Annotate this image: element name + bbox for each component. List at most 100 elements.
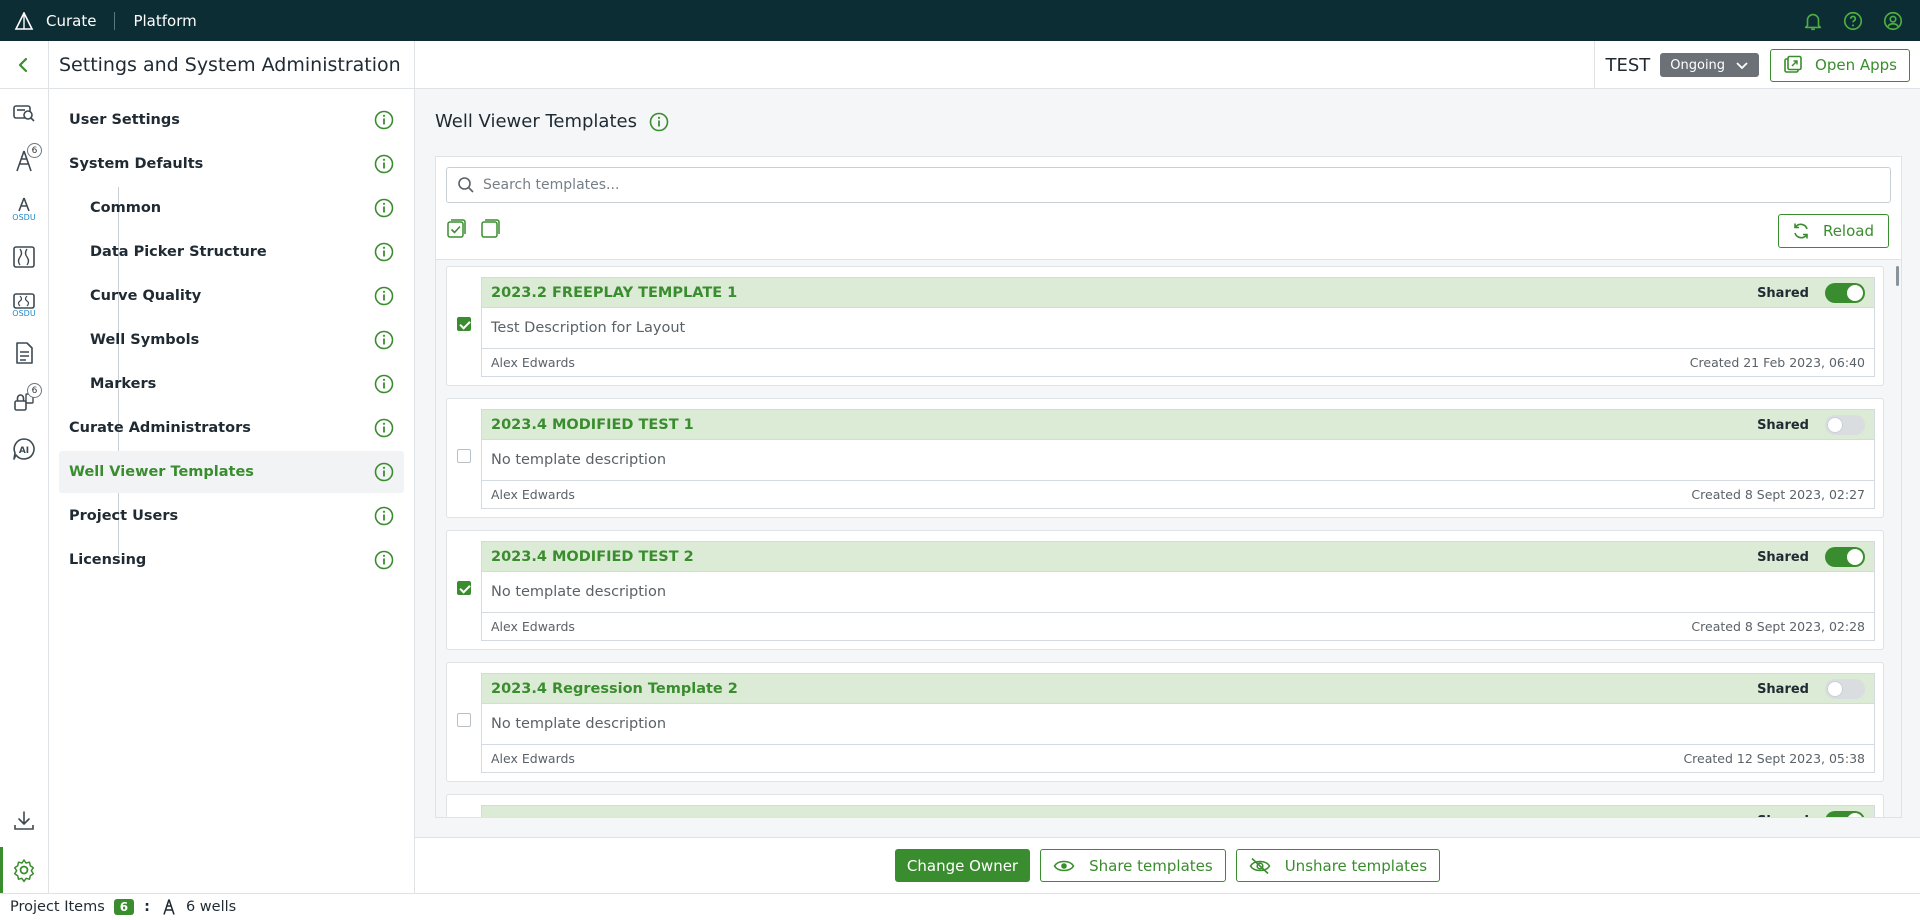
settings-nav-label: Markers (90, 376, 157, 392)
settings-nav-item[interactable]: Curate Administrators (59, 407, 404, 449)
info-icon[interactable] (374, 154, 394, 174)
project-status-dropdown[interactable]: Ongoing (1660, 53, 1760, 77)
info-icon[interactable] (374, 550, 394, 570)
settings-nav-label: System Defaults (69, 156, 204, 172)
settings-nav-item[interactable]: Well Viewer Templates (59, 451, 404, 493)
open-apps-button[interactable]: Open Apps (1770, 48, 1910, 82)
template-owner: Alex Edwards (491, 355, 575, 370)
rail-curves[interactable] (0, 237, 48, 277)
rail-dashboard[interactable] (0, 93, 48, 133)
template-description: No template description (482, 440, 1874, 481)
template-checkbox[interactable] (457, 449, 471, 463)
template-card[interactable]: 2023.2 FREEPLAY TEMPLATE 1 Shared Test Des… (446, 266, 1884, 386)
oil-rig-icon (163, 899, 175, 915)
template-list[interactable]: 2023.2 FREEPLAY TEMPLATE 1 Shared Test Des… (436, 260, 1901, 817)
shared-toggle[interactable] (1825, 547, 1865, 567)
shared-control: Shared (1757, 811, 1865, 817)
info-icon[interactable] (374, 198, 394, 218)
rail-locked[interactable]: 6 (0, 381, 48, 421)
rail-settings[interactable] (0, 847, 48, 893)
reload-button[interactable]: Reload (1777, 214, 1889, 248)
locked-badge: 6 (27, 383, 42, 398)
back-button[interactable] (0, 41, 48, 89)
rail-ai[interactable]: AI (0, 429, 48, 469)
unshare-templates-label: Unshare templates (1284, 856, 1428, 875)
info-icon[interactable] (374, 330, 394, 350)
search-input[interactable] (483, 177, 1863, 193)
settings-nav-item[interactable]: Licensing (59, 539, 404, 581)
brand[interactable]: Curate Platform (0, 0, 197, 41)
settings-nav-item[interactable]: Project Users (59, 495, 404, 537)
settings-nav-item[interactable]: Curve Quality (59, 275, 404, 317)
user-account-icon[interactable] (1882, 10, 1904, 32)
shared-label: Shared (1757, 549, 1809, 565)
ai-assistant-icon: AI (13, 438, 35, 460)
shared-toggle[interactable] (1825, 415, 1865, 435)
template-card-body: 2023.4 MODIFIED TEST 1 Shared No template … (481, 409, 1875, 509)
info-icon[interactable] (649, 112, 669, 132)
template-checkbox[interactable] (457, 713, 471, 727)
select-all-icon[interactable] (446, 217, 468, 239)
project-items-count[interactable]: 6 (113, 899, 135, 915)
template-title[interactable]: 2023.4 MODIFIED TEST 2 (491, 549, 694, 565)
shared-control: Shared (1757, 547, 1865, 567)
template-title[interactable]: 2023.2 FREEPLAY TEMPLATE 1 (491, 285, 737, 301)
template-card[interactable]: 2023.4 MODIFIED TEST 1 Shared No template … (446, 398, 1884, 518)
rail-wells[interactable]: 6 (0, 141, 48, 181)
wells-count[interactable]: 6 wells (186, 899, 236, 915)
data-browser-icon (13, 105, 35, 122)
shared-toggle[interactable] (1825, 679, 1865, 699)
shared-toggle[interactable] (1825, 283, 1865, 303)
template-card[interactable]: Shared (446, 794, 1884, 817)
rail-osdu-curves[interactable]: OSDU (0, 285, 48, 325)
change-owner-button[interactable]: Change Owner (894, 849, 1031, 882)
project-items-label: Project Items (10, 899, 105, 915)
info-icon[interactable] (374, 242, 394, 262)
page-title-row: Well Viewer Templates (435, 111, 669, 132)
shared-control: Shared (1757, 415, 1865, 435)
settings-nav-item[interactable]: User Settings (59, 99, 404, 141)
info-icon[interactable] (374, 374, 394, 394)
settings-nav-item[interactable]: Well Symbols (59, 319, 404, 361)
shared-toggle[interactable] (1825, 811, 1865, 817)
unshare-templates-button[interactable]: Unshare templates (1235, 849, 1441, 882)
settings-nav-item[interactable]: Markers (59, 363, 404, 405)
shared-label: Shared (1757, 417, 1809, 433)
status-bar: Project Items 6 : 6 wells (0, 893, 1920, 920)
info-icon[interactable] (374, 110, 394, 130)
search-box (446, 167, 1891, 203)
template-checkbox[interactable] (457, 581, 471, 595)
template-description: No template description (482, 704, 1874, 745)
info-icon[interactable] (374, 418, 394, 438)
rail-osdu-wells[interactable]: OSDU (0, 189, 48, 229)
template-title[interactable]: 2023.4 MODIFIED TEST 1 (491, 417, 694, 433)
open-external-icon (1784, 55, 1802, 73)
download-icon (14, 811, 34, 830)
settings-nav-item[interactable]: Data Picker Structure (59, 231, 404, 273)
settings-nav-label: Well Viewer Templates (69, 464, 254, 480)
info-icon[interactable] (374, 286, 394, 306)
info-icon[interactable] (374, 506, 394, 526)
template-card[interactable]: 2023.4 Regression Template 2 Shared No tem… (446, 662, 1884, 782)
shared-control: Shared (1757, 283, 1865, 303)
settings-nav-item[interactable]: System Defaults (59, 143, 404, 185)
info-icon[interactable] (374, 462, 394, 482)
settings-nav-label: User Settings (69, 112, 180, 128)
list-scrollbar[interactable] (1896, 266, 1899, 286)
settings-nav-label: Data Picker Structure (90, 244, 267, 260)
settings-nav-item[interactable]: Common (59, 187, 404, 229)
settings-nav-label: Curve Quality (90, 288, 202, 304)
share-templates-button[interactable]: Share templates (1040, 849, 1226, 882)
templates-panel: Reload 2023.2 FREEPLAY TEMPLATE 1 Shared T… (435, 156, 1902, 818)
refresh-icon (1794, 223, 1808, 239)
deselect-all-icon[interactable] (480, 217, 502, 239)
shared-label: Shared (1757, 681, 1809, 697)
bell-icon[interactable] (1802, 10, 1824, 32)
template-title[interactable]: 2023.4 Regression Template 2 (491, 681, 738, 697)
rail-documents[interactable] (0, 333, 48, 373)
template-checkbox[interactable] (457, 317, 471, 331)
rail-download[interactable] (0, 801, 48, 841)
template-card[interactable]: 2023.4 MODIFIED TEST 2 Shared No template … (446, 530, 1884, 650)
template-card-body: 2023.4 MODIFIED TEST 2 Shared No template … (481, 541, 1875, 641)
help-icon[interactable] (1842, 10, 1864, 32)
